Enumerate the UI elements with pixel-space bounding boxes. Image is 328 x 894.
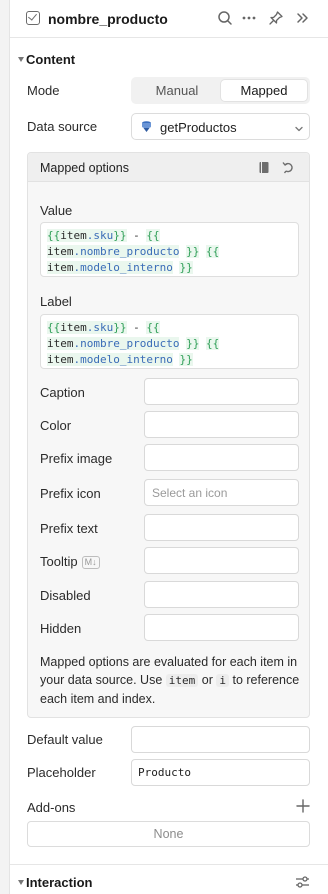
tooltip-input[interactable] [144, 547, 299, 574]
prefix-text-input[interactable] [144, 514, 299, 541]
addons-label: Add-ons [27, 800, 76, 815]
label-code-editor[interactable]: {{item.sku}} - {{ item.nombre_producto }… [40, 314, 299, 369]
docs-book-icon[interactable] [258, 161, 270, 177]
caret-down-icon[interactable] [18, 880, 24, 885]
default-value-input[interactable] [131, 726, 310, 753]
caret-down-icon[interactable] [18, 57, 24, 62]
inspector-panel: nombre_producto Content Mode Manual Mapp… [9, 0, 328, 894]
caption-label: Caption [40, 385, 85, 400]
section-title-interaction[interactable]: Interaction [26, 875, 92, 890]
data-source-label: Data source [27, 119, 98, 134]
mode-toggle: Manual Mapped [131, 77, 310, 104]
value-label: Value [40, 203, 73, 218]
component-name[interactable]: nombre_producto [48, 11, 168, 27]
disabled-input[interactable] [144, 581, 299, 608]
mode-option-mapped[interactable]: Mapped [221, 80, 307, 101]
label-label: Label [40, 294, 72, 309]
hidden-input[interactable] [144, 614, 299, 641]
placeholder-input[interactable]: Producto [131, 759, 310, 786]
mode-label: Mode [27, 83, 60, 98]
pin-icon[interactable] [266, 8, 286, 28]
tooltip-label: Tooltip M↓ [40, 554, 100, 569]
color-label: Color [40, 418, 72, 433]
default-value-label: Default value [27, 732, 103, 747]
markdown-icon: M↓ [81, 556, 100, 569]
mapped-options-card: Mapped options Value {{item.sku}} - {{ i… [27, 152, 310, 718]
search-icon[interactable] [215, 8, 235, 28]
code-line: {{item.sku}} - {{ [47, 229, 160, 242]
mapped-options-help: Mapped options are evaluated for each it… [40, 655, 300, 706]
code-line: {{item.sku}} - {{ [47, 321, 160, 334]
more-icon[interactable] [239, 8, 259, 28]
mode-option-manual[interactable]: Manual [134, 80, 220, 101]
checkbox-icon [26, 11, 40, 25]
code-line: item.modelo_interno }} [47, 353, 193, 366]
caption-input[interactable] [144, 378, 299, 405]
section-divider [10, 864, 328, 865]
header-divider [10, 37, 328, 38]
mapped-options-header: Mapped options [28, 153, 309, 182]
section-title-content[interactable]: Content [26, 52, 75, 67]
query-icon [140, 120, 153, 136]
reset-icon[interactable] [281, 160, 295, 177]
chevron-down-icon [294, 122, 304, 137]
prefix-icon-select[interactable]: Select an icon [144, 479, 299, 506]
settings-sliders-icon[interactable] [295, 875, 310, 892]
data-source-select[interactable]: getProductos [131, 113, 310, 140]
hidden-label: Hidden [40, 621, 82, 636]
value-code-editor[interactable]: {{item.sku}} - {{ item.nombre_producto }… [40, 222, 299, 277]
mapped-options-title: Mapped options [40, 161, 129, 175]
code-i: i [216, 674, 229, 687]
code-line: item.modelo_interno }} [47, 261, 193, 274]
placeholder-label: Placeholder [27, 765, 96, 780]
code-item: item [165, 674, 199, 687]
disabled-label: Disabled [40, 588, 91, 603]
prefix-icon-label: Prefix icon [40, 486, 101, 501]
code-line: item.nombre_producto }} {{ [47, 337, 220, 350]
collapse-panel-icon[interactable] [292, 8, 312, 28]
prefix-image-label: Prefix image [40, 451, 113, 466]
color-input[interactable] [144, 411, 299, 438]
data-source-value: getProductos [160, 120, 237, 135]
prefix-image-input[interactable] [144, 444, 299, 471]
addons-empty-state[interactable]: None [27, 821, 310, 847]
code-line: item.nombre_producto }} {{ [47, 245, 220, 258]
prefix-text-label: Prefix text [40, 521, 98, 536]
plus-icon[interactable] [296, 799, 310, 816]
